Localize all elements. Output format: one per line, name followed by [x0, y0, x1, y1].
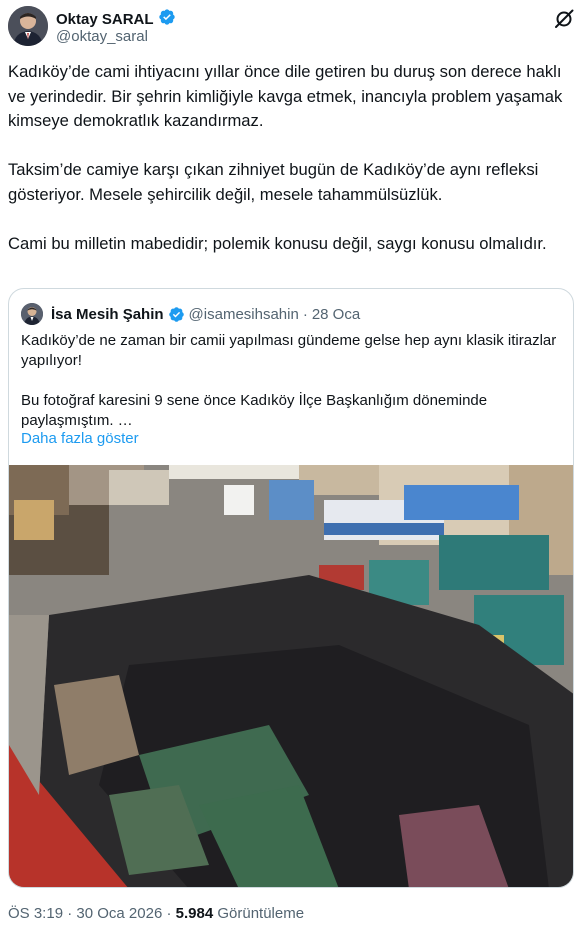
quoted-paragraph: Kadıköy’de ne zaman bir camii yapılması … [21, 332, 557, 369]
author-name[interactable]: Oktay SARAL [56, 11, 154, 28]
quoted-paragraph: Bu fotoğraf karesini 9 sene önce Kadıköy… [21, 392, 488, 429]
post-meta: ÖS 3:19 · 30 Oca 2026 · 5.984 Görüntülem… [8, 905, 304, 922]
post-paragraph: Taksim’de camiye karşı çıkan zihniyet bu… [8, 160, 539, 204]
separator-dot: · [302, 305, 308, 323]
post-header: Oktay SARAL @oktay_saral [8, 6, 575, 48]
author-handle[interactable]: @oktay_saral [56, 28, 148, 45]
post-text: Kadıköy’de cami ihtiyacını yıllar önce d… [8, 60, 574, 256]
quoted-author-handle[interactable]: @isamesihsahin [189, 306, 299, 323]
post-paragraph: Kadıköy’de cami ihtiyacını yıllar önce d… [8, 62, 563, 130]
verified-badge-icon [168, 306, 185, 323]
quoted-post[interactable]: İsa Mesih Şahin @isamesihsahin · 28 Oca … [8, 288, 574, 888]
quoted-author-name[interactable]: İsa Mesih Şahin [51, 306, 164, 323]
quoted-author-avatar[interactable] [21, 303, 43, 325]
author-avatar[interactable] [8, 6, 48, 46]
grok-icon[interactable] [553, 8, 575, 30]
views-count: 5.984 [175, 905, 214, 922]
quoted-post-text: Kadıköy’de ne zaman bir camii yapılması … [21, 331, 561, 431]
verified-badge-icon [158, 8, 176, 31]
show-more-link[interactable]: Daha fazla göster [21, 430, 139, 447]
post-paragraph: Cami bu milletin mabedidir; polemik konu… [8, 233, 547, 253]
views-label: Görüntüleme [217, 905, 305, 922]
post-date[interactable]: 30 Oca 2026 [76, 905, 162, 922]
quoted-post-header: İsa Mesih Şahin @isamesihsahin · 28 Oca [21, 303, 360, 325]
post-time[interactable]: ÖS 3:19 [8, 905, 63, 922]
quoted-post-photo[interactable] [9, 465, 573, 887]
quoted-post-date[interactable]: 28 Oca [312, 306, 360, 323]
separator-dot: · [67, 905, 73, 922]
separator-dot: · [166, 905, 172, 922]
